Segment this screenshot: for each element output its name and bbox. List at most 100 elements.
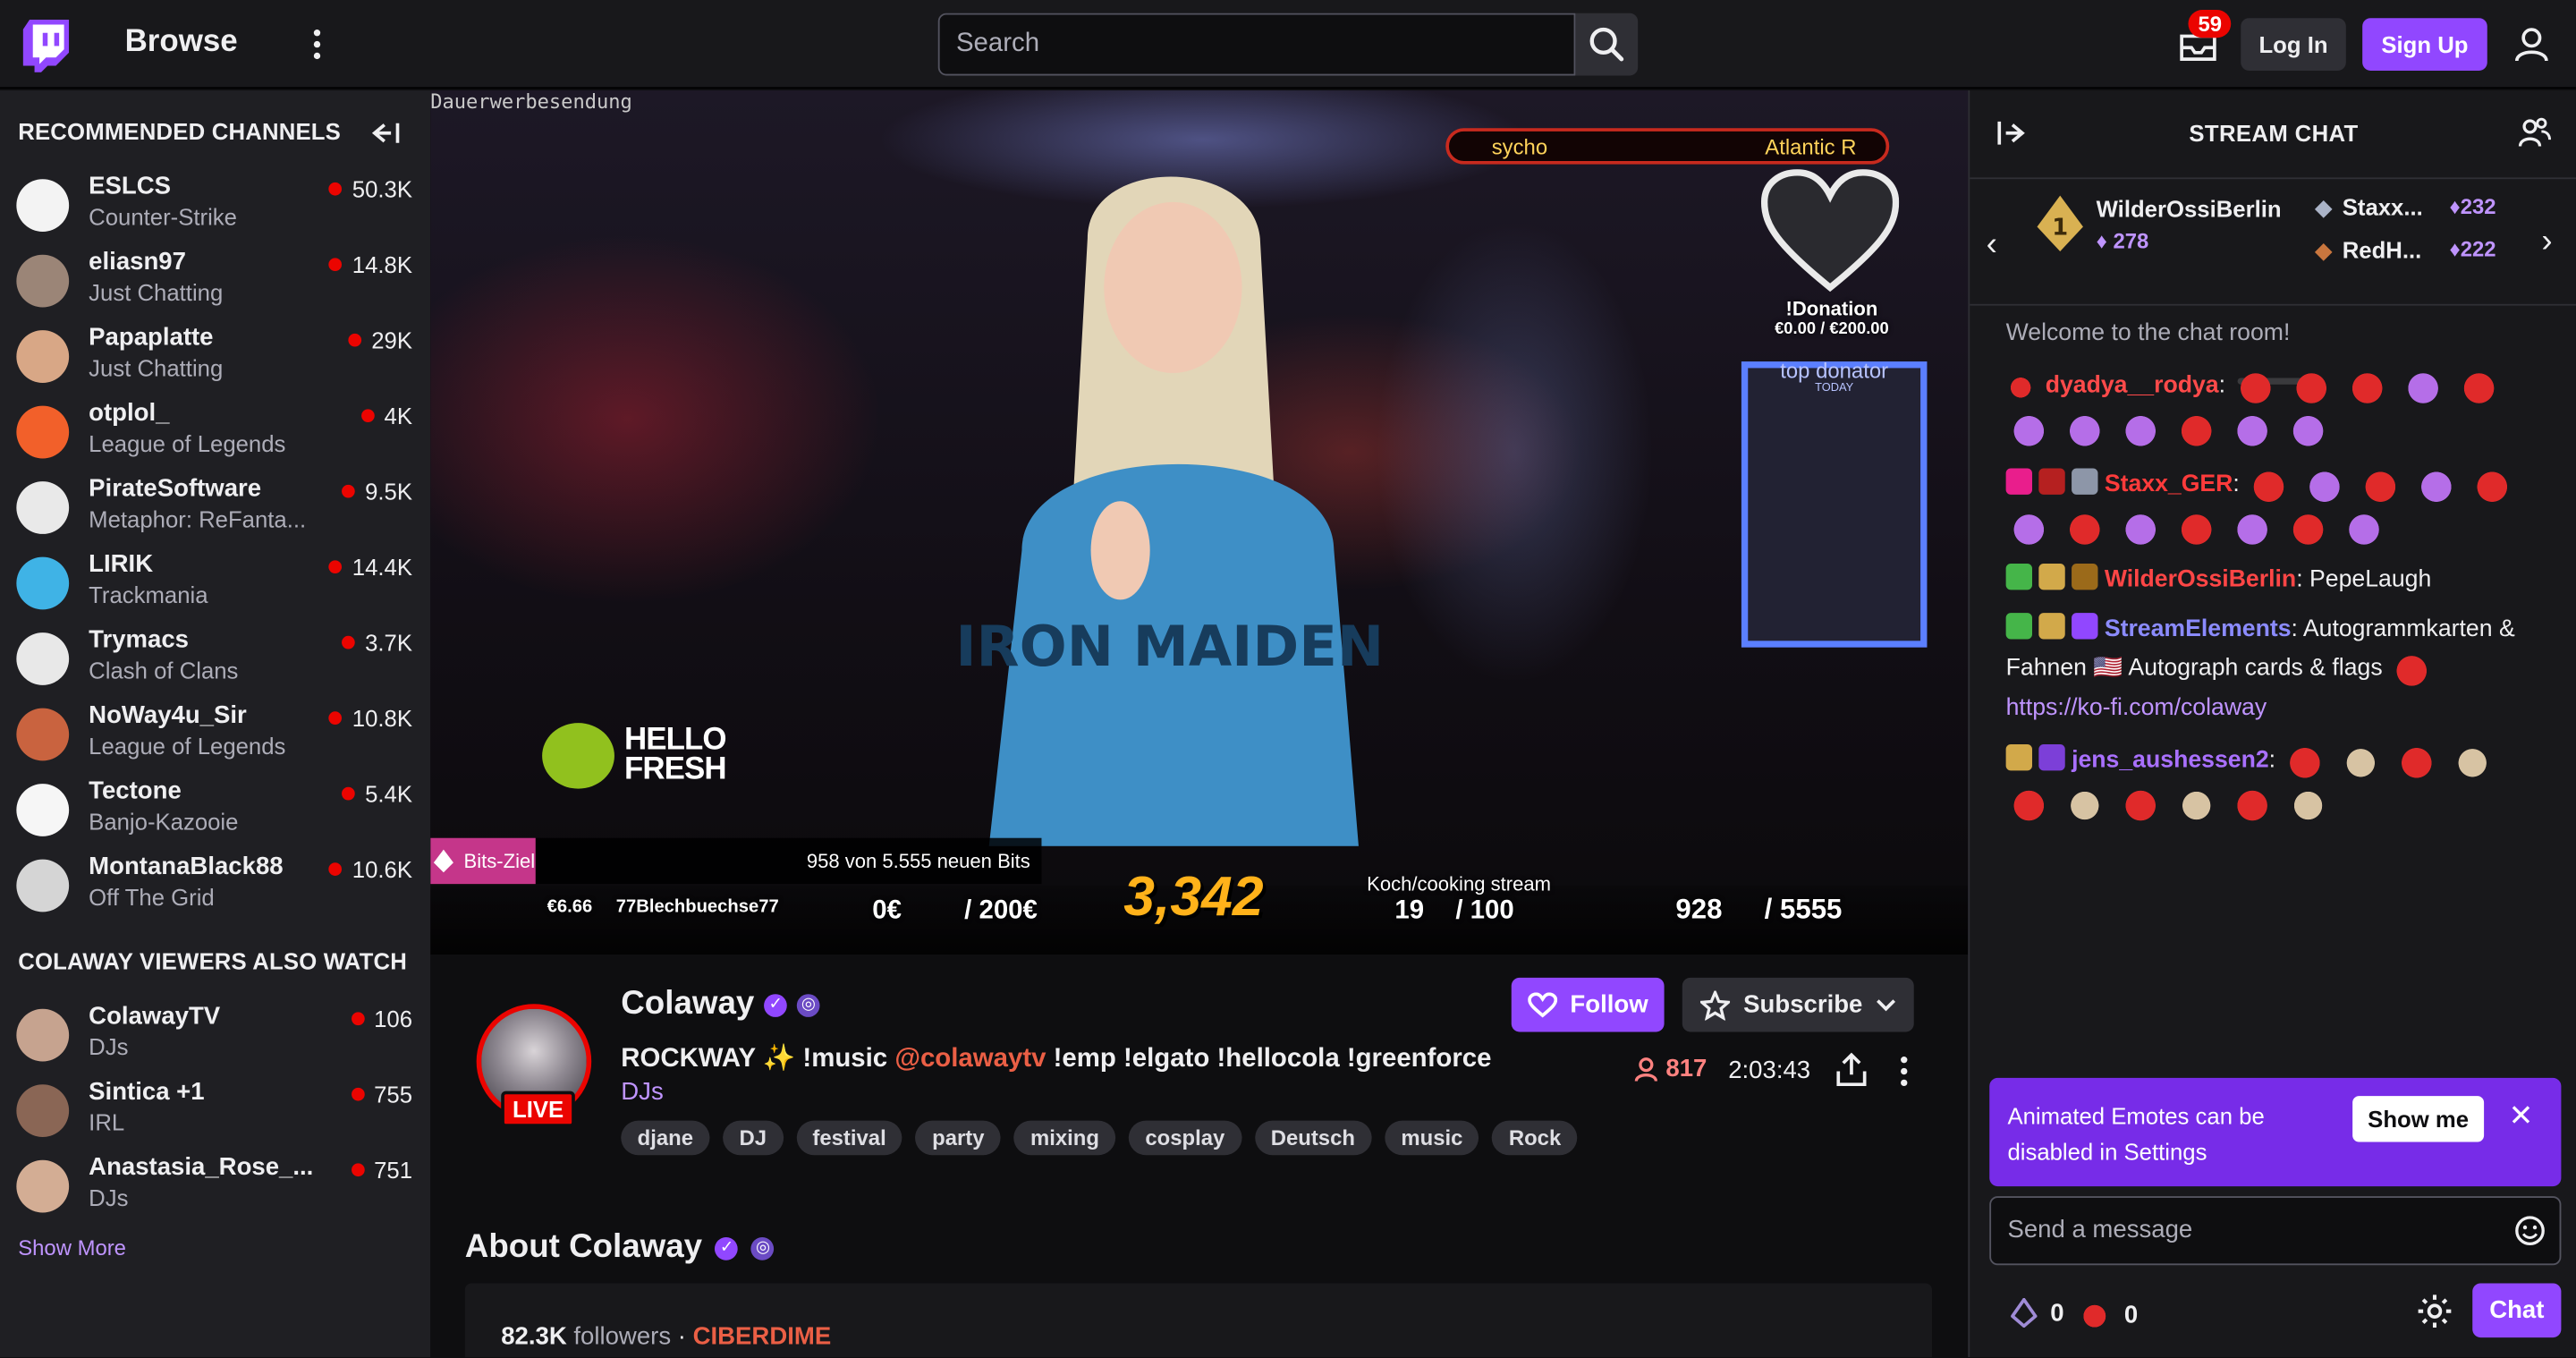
sidebar-channel-item[interactable]: LIRIK Trackmania 14.4K <box>0 547 430 623</box>
channel-game: Just Chatting <box>89 279 224 306</box>
show-me-button[interactable]: Show me <box>2352 1096 2485 1142</box>
emote-icon <box>2343 364 2390 408</box>
video-player[interactable]: IRON MAIDEN Dauerwerbesendung sycho Atla… <box>430 90 1969 955</box>
chat-username[interactable]: WilderOssiBerlin <box>2105 567 2296 593</box>
channel-points-balance[interactable]: 0 <box>2078 1297 2139 1331</box>
chat-username[interactable]: StreamElements <box>2105 616 2292 642</box>
leaderboard-prev-icon[interactable]: ‹ <box>1987 226 1997 264</box>
channel-avatar <box>16 1084 70 1137</box>
channel-game: League of Legends <box>89 733 286 760</box>
sidebar-channel-item[interactable]: Sintica +1 IRL 755 <box>0 1074 430 1150</box>
user-menu-icon[interactable] <box>2512 25 2551 64</box>
login-button[interactable]: Log In <box>2241 18 2346 71</box>
leader-2-name: Staxx... <box>2342 193 2423 221</box>
leader-1-name[interactable]: WilderOssiBerlin <box>2097 196 2282 222</box>
stream-tag[interactable]: Deutsch <box>1254 1120 1372 1156</box>
also-watch-heading: COLAWAY VIEWERS ALSO WATCH <box>18 947 408 975</box>
emote-icon <box>2062 782 2108 826</box>
stream-title-mention[interactable]: @colawaytv <box>894 1045 1046 1073</box>
hellofresh-line2: FRESH <box>623 752 727 787</box>
viewer-count: 817 <box>1633 1055 1707 1082</box>
chat-username[interactable]: dyadya__rodya <box>2046 373 2219 399</box>
chat-username[interactable]: jens_aushessen2 <box>2072 747 2269 773</box>
top-donator-today: TODAY <box>1815 382 1854 395</box>
leader-2[interactable]: ◆ Staxx... ♦232 <box>2315 193 2496 222</box>
browse-link[interactable]: Browse <box>125 25 238 61</box>
viewer-count-value: 817 <box>1665 1055 1707 1083</box>
sidebar-channel-item[interactable]: Papaplatte Just Chatting 29K <box>0 320 430 395</box>
channel-game: Banjo-Kazooie <box>89 808 239 836</box>
sidebar-channel-item[interactable]: ColawayTV DJs 106 <box>0 999 430 1074</box>
sidebar-channel-item[interactable]: eliasn97 Just Chatting 14.8K <box>0 245 430 320</box>
send-chat-button[interactable]: Chat <box>2472 1283 2562 1338</box>
sidebar-channel-item[interactable]: otplol_ League of Legends 4K <box>0 396 430 471</box>
sidebar-channel-item[interactable]: Anastasia_Rose_... DJs 751 <box>0 1150 430 1226</box>
chat-username[interactable]: Staxx_GER <box>2105 471 2233 497</box>
followers-label: followers <box>573 1322 672 1351</box>
emote-icon <box>2229 782 2275 826</box>
notice-text: Animated Emotes can be disabled in Setti… <box>2007 1102 2265 1166</box>
channel-name[interactable]: Colaway <box>621 986 754 1023</box>
chat-message-input[interactable]: Send a message <box>1989 1196 2562 1266</box>
leaderboard-next-icon[interactable]: › <box>2541 224 2552 261</box>
emote-icon <box>2173 505 2220 549</box>
channel-name: NoWay4u_Sir <box>89 701 247 730</box>
svg-text:IRON MAIDEN: IRON MAIDEN <box>955 614 1384 679</box>
stream-tag[interactable]: music <box>1385 1120 1479 1156</box>
follow-button[interactable]: Follow <box>1511 977 1665 1032</box>
gear-icon[interactable] <box>2417 1293 2453 1328</box>
top-overlay-bar: sycho Atlantic R <box>1445 128 1890 165</box>
stream-tag[interactable]: djane <box>621 1120 710 1156</box>
more-options-icon[interactable] <box>1896 1053 1912 1089</box>
signup-button[interactable]: Sign Up <box>2362 18 2487 71</box>
overlay-bar-left: sycho <box>1491 133 1548 159</box>
stream-tag[interactable]: DJ <box>723 1120 784 1156</box>
sidebar-channel-item[interactable]: PirateSoftware Metaphor: ReFanta... 9.5K <box>0 471 430 547</box>
chat-link[interactable]: https://ko-fi.com/colaway <box>2006 690 2548 726</box>
channel-points-value: 0 <box>2123 1300 2139 1328</box>
channel-game: Counter-Strike <box>89 203 237 231</box>
sidebar-channel-item[interactable]: MontanaBlack88 Off The Grid 10.6K <box>0 850 430 925</box>
sidebar-channel-item[interactable]: Trymacs Clash of Clans 3.7K <box>0 623 430 698</box>
twitch-logo-icon[interactable] <box>22 20 70 72</box>
channel-viewer-count: 10.8K <box>329 705 412 731</box>
community-icon[interactable] <box>2518 116 2552 149</box>
show-more-link[interactable]: Show More <box>18 1235 126 1260</box>
emoji-picker-icon[interactable] <box>2513 1214 2546 1247</box>
stream-category-link[interactable]: DJs <box>621 1078 663 1106</box>
channel-game: Trackmania <box>89 581 208 608</box>
sidebar-channel-item[interactable]: Tectone Banjo-Kazooie 5.4K <box>0 774 430 849</box>
stream-tag[interactable]: cosplay <box>1129 1120 1241 1156</box>
sidebar-channel-item[interactable]: NoWay4u_Sir League of Legends 10.8K <box>0 699 430 774</box>
emote-icon <box>2005 407 2053 451</box>
sidebar-channel-item[interactable]: ESLCS Counter-Strike 50.3K <box>0 169 430 244</box>
search-button[interactable] <box>1575 13 1639 76</box>
bits-balance[interactable]: 0 <box>2011 1297 2064 1328</box>
verified-bot-badge-icon <box>2072 613 2098 640</box>
stream-tag[interactable]: Rock <box>1492 1120 1578 1156</box>
chat-title: STREAM CHAT <box>2189 120 2359 147</box>
leader-3-bits-value: 222 <box>2460 236 2496 262</box>
channel-name: Papaplatte <box>89 323 214 352</box>
subscribe-label: Subscribe <box>1743 990 1863 1019</box>
channel-game: IRL <box>89 1108 125 1136</box>
close-icon[interactable]: ✕ <box>2509 1099 2534 1134</box>
live-viewer-count: 14.4K <box>352 553 413 581</box>
share-icon[interactable] <box>1835 1051 1868 1087</box>
heart-outline-icon <box>1527 991 1557 1017</box>
subscribe-button[interactable]: Subscribe <box>1682 977 1914 1032</box>
stream-tag[interactable]: festival <box>796 1120 903 1156</box>
emote-icon <box>2282 739 2328 783</box>
collapse-sidebar-icon[interactable] <box>368 120 401 146</box>
emote-icon <box>2413 463 2460 506</box>
chat-message: jens_aushessen2: <box>2005 739 2548 826</box>
stream-tag[interactable]: party <box>915 1120 1001 1156</box>
emote-icon <box>2389 647 2436 691</box>
stream-tag[interactable]: mixing <box>1013 1120 1116 1156</box>
team-link[interactable]: CIBERDIME <box>693 1323 832 1351</box>
leader-3[interactable]: ◆ RedH... ♦222 <box>2315 236 2496 264</box>
more-menu-icon[interactable] <box>301 26 334 62</box>
search-input[interactable]: Search <box>937 13 1576 76</box>
leader-3-bits: ♦222 <box>2449 236 2496 262</box>
chat-message: dyadya__rodya: <box>2005 364 2548 451</box>
